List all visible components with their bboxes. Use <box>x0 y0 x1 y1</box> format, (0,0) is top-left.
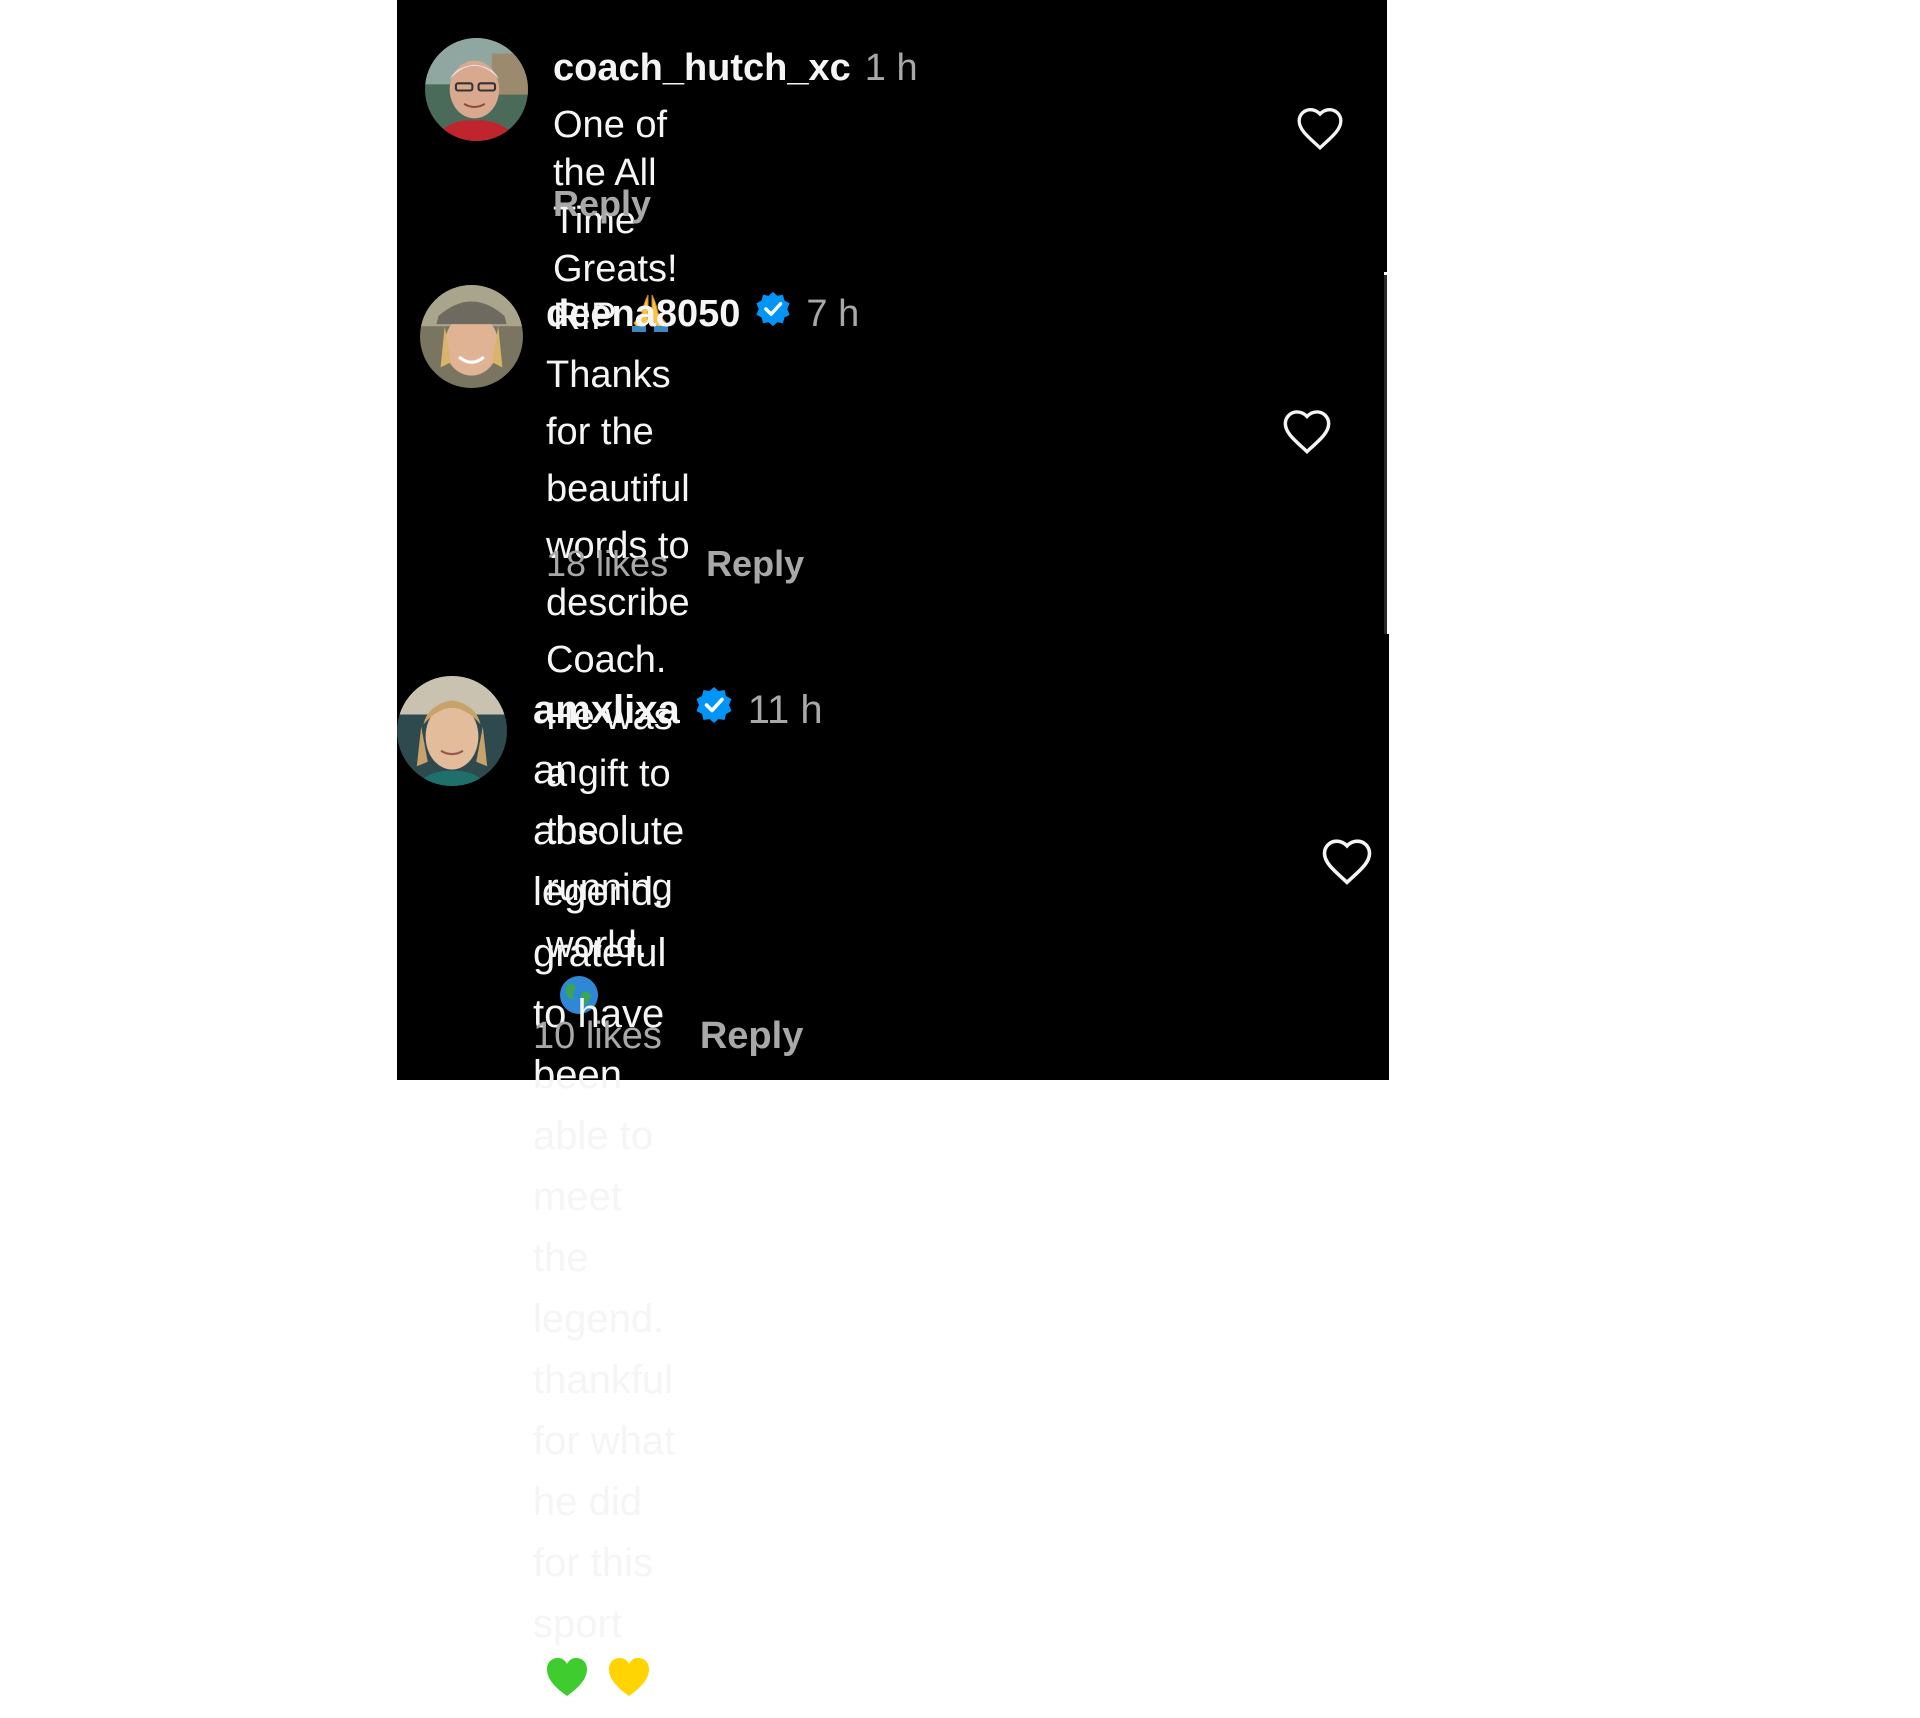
avatar[interactable] <box>397 676 507 786</box>
comment-meta: Reply <box>553 183 651 225</box>
username[interactable]: amxlixa <box>533 688 680 733</box>
verified-badge-icon <box>694 685 734 735</box>
heart-outline-icon <box>1322 839 1372 885</box>
username[interactable]: coach_hutch_xc <box>553 47 851 90</box>
like-button[interactable] <box>1281 407 1333 455</box>
green-heart-and-yellow-heart-emoji <box>545 1656 655 1718</box>
timestamp[interactable]: 7 h <box>806 293 859 336</box>
likes-count[interactable]: 18 likes <box>546 543 668 585</box>
timestamp[interactable]: 11 h <box>748 688 823 733</box>
heart-outline-icon <box>1283 410 1331 454</box>
avatar[interactable] <box>420 285 523 388</box>
comment-meta: 18 likes Reply <box>546 543 804 585</box>
like-button[interactable] <box>1295 105 1345 151</box>
reply-button[interactable]: Reply <box>706 543 804 585</box>
heart-outline-icon <box>1297 107 1343 151</box>
comment-header: coach_hutch_xc 1 h <box>553 44 918 92</box>
comment-panel-1 <box>397 0 1387 272</box>
verified-badge-icon <box>754 290 792 338</box>
scroll-divider <box>1384 275 1387 634</box>
comment-meta: 10 likes Reply <box>533 1015 803 1058</box>
avatar[interactable] <box>425 38 528 141</box>
like-button[interactable] <box>1320 836 1374 886</box>
reply-button[interactable]: Reply <box>700 1015 803 1058</box>
reply-button[interactable]: Reply <box>553 183 651 225</box>
username[interactable]: deena8050 <box>546 293 740 336</box>
timestamp[interactable]: 1 h <box>865 47 918 90</box>
likes-count[interactable]: 10 likes <box>533 1015 662 1058</box>
comment-text-content: an absolute legend. grateful to have bee… <box>533 748 685 1646</box>
comment-text: an absolute legend. grateful to have bee… <box>533 740 684 1718</box>
comment-header: deena8050 7 h <box>546 290 859 338</box>
comment-header: amxlixa 11 h <box>533 684 823 736</box>
